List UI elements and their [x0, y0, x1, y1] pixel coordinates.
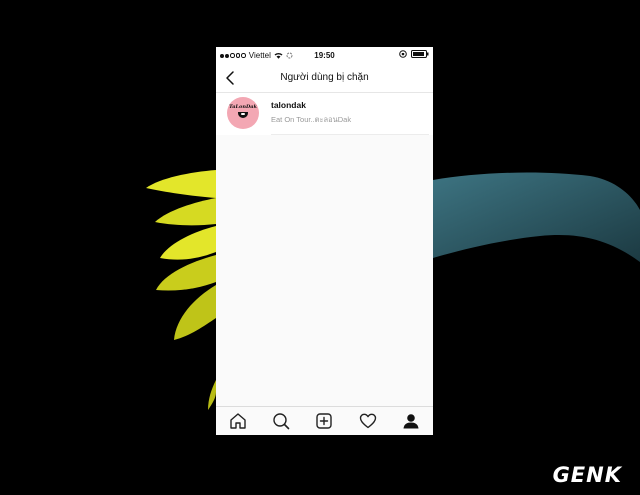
profile-icon[interactable] — [401, 411, 421, 431]
add-post-icon[interactable] — [314, 411, 334, 431]
avatar-logo-text: TaLonDak — [228, 104, 257, 110]
watermark-logo: GENK — [552, 463, 622, 487]
blocked-user-row[interactable]: TaLonDak talondak Eat On Tour..ตะลอนDak — [216, 93, 433, 135]
navigation-bar: Người dùng bị chặn — [216, 64, 433, 93]
page-title: Người dùng bị chặn — [280, 72, 369, 83]
status-bar: Viettel 19:50 — [216, 47, 433, 64]
row-divider — [271, 134, 429, 135]
home-icon[interactable] — [228, 411, 248, 431]
orientation-lock-icon — [399, 50, 407, 58]
battery-icon — [411, 50, 429, 58]
avatar-mouth — [238, 112, 248, 118]
avatar[interactable]: TaLonDak — [227, 97, 259, 129]
search-icon[interactable] — [271, 411, 291, 431]
username[interactable]: talondak — [271, 100, 306, 110]
phone-screen: Viettel 19:50 Người dùng bị chặn TaLonDa… — [216, 47, 433, 435]
blocked-users-list: TaLonDak talondak Eat On Tour..ตะลอนDak — [216, 93, 433, 409]
heart-icon[interactable] — [358, 411, 378, 431]
full-name: Eat On Tour..ตะลอนDak — [271, 115, 352, 124]
tab-bar — [216, 406, 433, 435]
